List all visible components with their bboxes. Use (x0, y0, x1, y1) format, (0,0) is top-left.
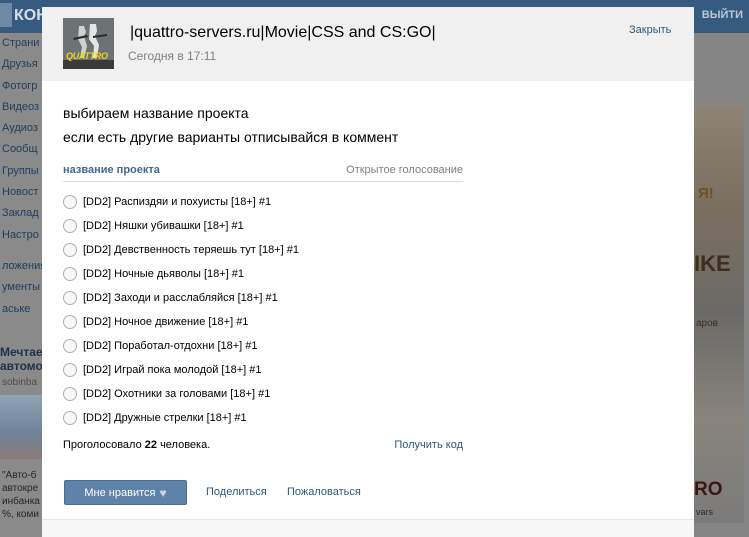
soldiers-icon (63, 18, 114, 69)
poll-option[interactable]: [DD2] Няшки убивашки [18+] #1 (63, 214, 463, 238)
background-nav-item: ументы (2, 281, 41, 294)
poll-option-label: [DD2] Поработал-отдохни [18+] #1 (83, 340, 258, 352)
background-banner-text: RO (694, 479, 723, 500)
radio-button[interactable] (63, 267, 77, 281)
poll-option[interactable]: [DD2] Ночное движение [18+] #1 (63, 310, 463, 334)
voted-count: 22 (144, 439, 157, 451)
post-text-line: выбираем название проекта (63, 105, 249, 121)
background-right-banner: Я! IKE аров RO vars (694, 33, 749, 537)
background-nav-item: Друзья (2, 58, 38, 71)
close-link[interactable]: Закрыть (629, 24, 671, 36)
poll-option-label: [DD2] Распиздяи и похуисты [18+] #1 (83, 196, 272, 208)
poll: название проекта Открытое голосование [D… (63, 163, 463, 456)
avatar-logo-text: QUATTRO (66, 51, 108, 61)
background-ad-text-line: %, коми (2, 509, 39, 520)
radio-button[interactable] (63, 315, 77, 329)
poll-type: Открытое голосование (346, 164, 463, 176)
post-modal: QUATTRO |quattro-servers.ru|Movie|CSS an… (42, 7, 694, 537)
get-code-link[interactable]: Получить код (394, 439, 463, 451)
background-logo-mark (0, 3, 12, 27)
background-nav-spacer (0, 246, 42, 256)
background-nav-item: Заклад (2, 207, 39, 220)
poll-footer: Проголосовало 22 человека. Получить код (63, 436, 463, 456)
background-logout-link: ВЫЙТИ (701, 9, 743, 21)
post-date[interactable]: Сегодня в 17:11 (128, 49, 216, 63)
poll-question: название проекта (63, 164, 160, 176)
radio-button[interactable] (63, 363, 77, 377)
post-text-line: если есть другие варианты отписывайся в … (63, 129, 399, 145)
voted-count-text: Проголосовало 22 человека. (63, 439, 210, 451)
background-ad-title: Мечтае автомо (0, 345, 42, 373)
background-banner-text: IKE (694, 251, 731, 276)
poll-option[interactable]: [DD2] Охотники за головами [18+] #1 (63, 382, 463, 406)
radio-button[interactable] (63, 291, 77, 305)
report-link[interactable]: Пожаловаться (287, 486, 361, 498)
share-link[interactable]: Поделиться (206, 486, 267, 498)
poll-option-label: [DD2] Играй пока молодой [18+] #1 (83, 364, 262, 376)
poll-option-label: [DD2] Заходи и расслабляйся [18+] #1 (83, 292, 278, 304)
radio-button[interactable] (63, 243, 77, 257)
background-banner-text: vars (696, 507, 714, 517)
voted-prefix: Проголосовало (63, 439, 142, 451)
modal-header: QUATTRO |quattro-servers.ru|Movie|CSS an… (42, 7, 694, 81)
post-text: выбираем название проекта если есть друг… (63, 101, 463, 149)
background-ad-text: "Авто-б автокре инбанка %, коми (2, 469, 40, 521)
poll-option[interactable]: [DD2] Ночные дьяволы [18+] #1 (63, 262, 463, 286)
background-banner-text: аров (696, 318, 718, 329)
background-nav-item: Аудиоз (2, 122, 38, 135)
background-nav-item: Видеоз (2, 100, 40, 113)
poll-option-label: [DD2] Девственность теряешь тут [18+] #1 (83, 244, 299, 256)
background-nav-list: Страни Друзья Фотогр Видеоз Аудиоз Сообщ Групп… (0, 33, 42, 320)
poll-options: [DD2] Распиздяи и похуисты [18+] #1 [DD2]… (63, 190, 463, 430)
background-ad-text-line: "Авто-б (2, 470, 37, 481)
heart-icon: ♥ (159, 485, 167, 500)
radio-button[interactable] (63, 195, 77, 209)
modal-bottom-bar (42, 519, 694, 537)
like-button[interactable]: Мне нравится ♥ (64, 480, 187, 505)
group-title[interactable]: |quattro-servers.ru|Movie|CSS and CS:GO| (130, 24, 436, 42)
background-ad-text-line: инбанка (2, 496, 40, 507)
radio-button[interactable] (63, 339, 77, 353)
poll-option[interactable]: [DD2] Распиздяи и похуисты [18+] #1 (63, 190, 463, 214)
background-nav-item: ложения (2, 259, 42, 272)
background-nav-item: аське (2, 302, 31, 315)
background-nav-item: Фотогр (2, 79, 38, 92)
post-actions: Мне нравится ♥ Поделиться Пожаловаться (64, 480, 464, 506)
radio-button[interactable] (63, 387, 77, 401)
poll-option-label: [DD2] Дружные стрелки [18+] #1 (83, 412, 247, 424)
poll-option[interactable]: [DD2] Поработал-отдохни [18+] #1 (63, 334, 463, 358)
background-ad-subtitle: sobinba (2, 377, 38, 388)
background-ad-text-line: автокре (2, 483, 39, 494)
poll-option[interactable]: [DD2] Дружные стрелки [18+] #1 (63, 406, 463, 430)
background-nav-item: Сообщ (2, 143, 38, 156)
poll-header: название проекта Открытое голосование (63, 163, 463, 182)
background-nav-item: Настро (2, 228, 39, 241)
background-nav-item: Страни (2, 37, 40, 49)
background-banner-text: Я! (698, 185, 714, 202)
background-banner-image (694, 103, 744, 523)
poll-option[interactable]: [DD2] Заходи и расслабляйся [18+] #1 (63, 286, 463, 310)
poll-option-label: [DD2] Ночное движение [18+] #1 (83, 316, 249, 328)
background-ad-image (0, 395, 42, 459)
poll-option-label: [DD2] Ночные дьяволы [18+] #1 (83, 268, 245, 280)
poll-option[interactable]: [DD2] Девственность теряешь тут [18+] #1 (63, 238, 463, 262)
poll-option-label: [DD2] Няшки убивашки [18+] #1 (83, 220, 244, 232)
radio-button[interactable] (63, 411, 77, 425)
poll-option[interactable]: [DD2] Играй пока молодой [18+] #1 (63, 358, 463, 382)
group-avatar[interactable]: QUATTRO (63, 18, 114, 69)
radio-button[interactable] (63, 219, 77, 233)
like-button-label: Мне нравится (84, 486, 156, 499)
background-nav-item: Новост (2, 186, 39, 199)
background-nav-item: Группы (2, 164, 39, 177)
voted-suffix: человека. (160, 439, 211, 451)
background-left-menu: Страни Друзья Фотогр Видеоз Аудиоз Сообщ Групп… (0, 33, 42, 537)
poll-option-label: [DD2] Охотники за головами [18+] #1 (83, 388, 271, 400)
